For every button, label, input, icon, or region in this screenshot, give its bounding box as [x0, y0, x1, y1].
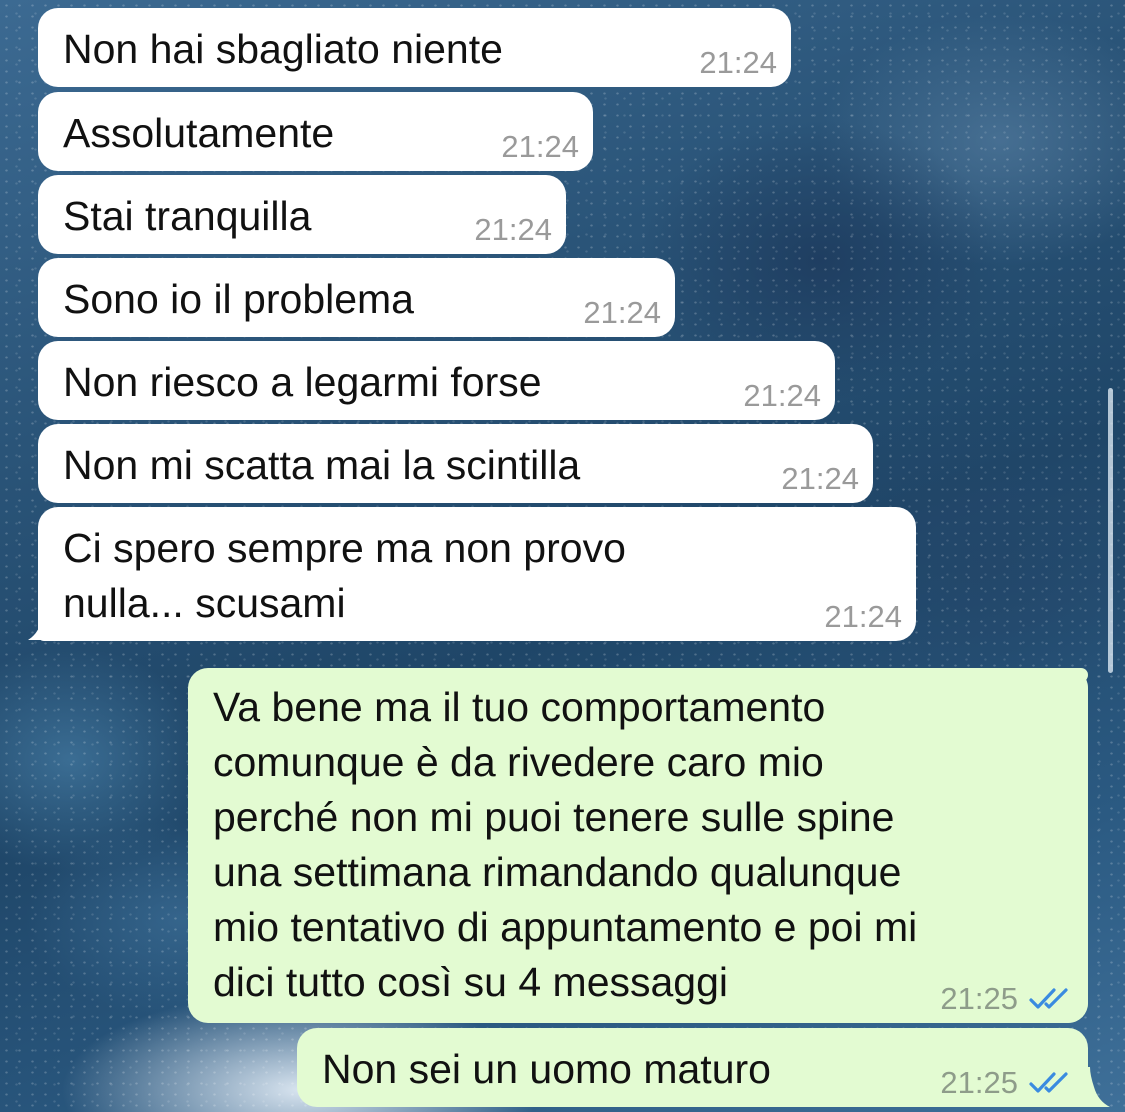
message-text: Sono io il problema — [63, 276, 414, 322]
message-time: 21:24 — [583, 295, 661, 330]
message-text-line: Ci spero sempre ma non provo — [63, 525, 626, 571]
message-time: 21:24 — [501, 129, 579, 164]
message-text-line: comunque è da rivedere caro mio — [213, 739, 824, 785]
message-text-line: mio tentativo di appuntamento e poi mi — [213, 904, 918, 950]
message-text: Non riesco a legarmi forse — [63, 359, 542, 405]
incoming-message[interactable]: Non hai sbagliato niente 21:24 — [38, 8, 791, 87]
incoming-message[interactable]: Sono io il problema 21:24 — [38, 258, 675, 337]
message-time: 21:24 — [474, 212, 552, 247]
read-double-check-icon — [1029, 988, 1068, 1009]
message-meta: 21:25 — [940, 981, 1074, 1017]
bubble-tail — [1076, 1067, 1110, 1107]
message-time: 21:24 — [824, 599, 902, 634]
message-time: 21:24 — [781, 461, 859, 496]
outgoing-long-message-bubble[interactable]: Va bene ma il tuo comportamento comunque… — [188, 668, 1088, 1023]
bubble-tail — [28, 600, 60, 640]
message-time: 21:25 — [940, 1065, 1018, 1100]
message-text: Non mi scatta mai la scintilla — [63, 442, 581, 488]
incoming-message[interactable]: Assolutamente 21:24 — [38, 92, 593, 171]
incoming-message[interactable]: Stai tranquilla 21:24 — [38, 175, 566, 254]
message-text-line: nulla... scusami — [63, 580, 346, 626]
incoming-message[interactable]: Non mi scatta mai la scintilla 21:24 — [38, 424, 873, 503]
message-text: Non hai sbagliato niente — [63, 26, 503, 72]
message-meta: 21:25 — [940, 1065, 1074, 1101]
message-text-line: una settimana rimandando qualunque — [213, 849, 902, 895]
incoming-message[interactable]: Non riesco a legarmi forse 21:24 — [38, 341, 835, 420]
message-time: 21:25 — [940, 981, 1018, 1016]
read-double-check-icon — [1029, 1072, 1068, 1093]
scrollbar[interactable] — [1108, 388, 1113, 673]
message-text-line: Va bene ma il tuo comportamento — [213, 684, 826, 730]
message-time: 21:24 — [699, 45, 777, 80]
outgoing-message[interactable]: Non sei un uomo maturo 21:25 — [297, 1028, 1088, 1107]
message-text-line: perché non mi puoi tenere sulle spine — [213, 794, 895, 840]
message-time: 21:24 — [743, 378, 821, 413]
incoming-message[interactable]: Ci spero sempre ma non provo nulla... sc… — [38, 507, 916, 641]
